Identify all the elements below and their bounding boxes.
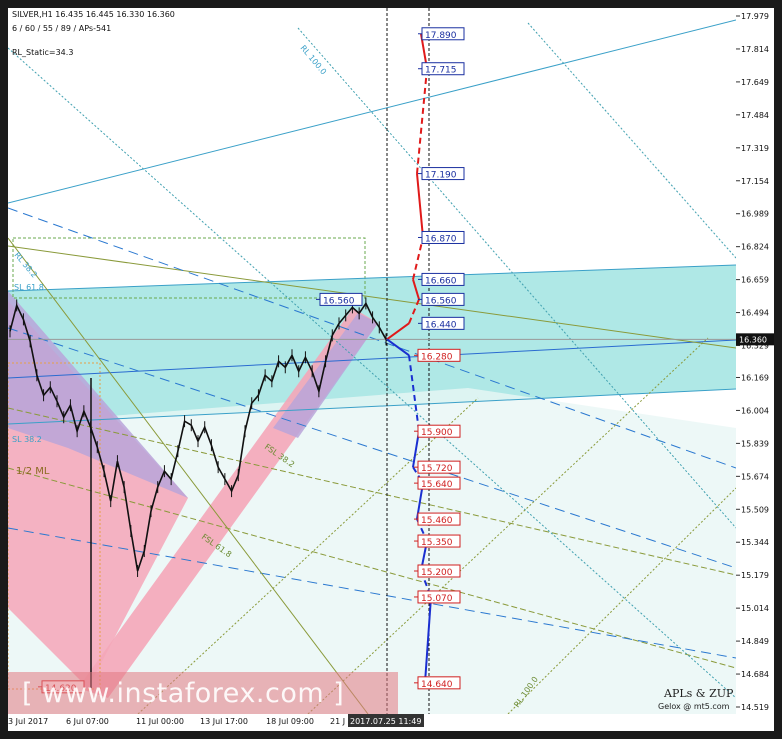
current-price-tag-text: 16.360 [739,335,767,344]
up-projection-segment [416,68,428,174]
down-projection-label: 15.720 [414,460,461,474]
time-cursor-label: 2017.07.25 11:49 [350,717,421,726]
symbol-header: SILVER,H1 16.435 16.445 16.330 16.360 [12,10,175,19]
annotation-rl100: RL 100.0 [298,44,328,77]
x-tick-label: 11 Jul 00:00 [136,717,184,726]
annotation-sl618: SL 61.8 [14,283,44,292]
down-projection-label: 15.070 [414,590,461,604]
down-projection-label-text: 15.070 [421,594,453,604]
x-tick-label: 18 Jul 09:00 [266,717,314,726]
y-tick-label: 15.014 [741,604,769,613]
y-tick-label: 15.179 [741,571,769,580]
y-tick-label: 17.649 [741,78,769,87]
y-tick-label: 16.169 [741,373,769,382]
y-tick-label: 15.509 [741,505,769,514]
up-projection-label: 16.440 [418,316,465,330]
y-tick-label: 16.659 [741,276,769,285]
marker-label: 16.560 [316,292,363,306]
down-projection-label: 16.280 [414,348,461,362]
time-axis[interactable]: 3 Jul 2017 6 Jul 07:00 11 Jul 00:00 13 Jul … [8,714,774,731]
down-projection-label: 15.640 [414,476,461,490]
plot-area[interactable]: 17.890 17.715 17.190 16.870 16.660 16.560 16.4… [8,8,736,714]
price-axis[interactable]: 17.979 17.814 17.649 17.484 17.319 17.154 16.9… [736,8,774,714]
y-tick-label: 17.484 [741,111,769,120]
annotation-half-ml: 1/2 ML [16,466,50,477]
up-projection-label: 16.660 [418,272,465,286]
y-tick-label: 16.989 [741,210,769,219]
watermark-text: [ www.instaforex.com ] [22,678,345,709]
x-tick-label: 3 Jul 2017 [8,717,48,726]
up-projection-label-text: 17.190 [425,171,457,181]
marker-label-text: 16.560 [323,296,355,306]
down-projection-label-text: 15.350 [421,538,453,548]
down-projection-label-text: 15.900 [421,428,453,438]
y-tick-label: 16.004 [741,406,769,415]
down-projection-label: 14.640 [414,676,461,690]
y-tick-label: 17.319 [741,144,769,153]
y-tick-label: 17.814 [741,45,769,54]
price-axis-svg: 17.979 17.814 17.649 17.484 17.319 17.154 16.9… [736,12,774,712]
up-projection-label: 17.715 [418,62,465,76]
down-projection-label: 15.200 [414,564,461,578]
up-projection-label-text: 16.660 [425,276,457,286]
down-projection-label-text: 15.720 [421,464,453,474]
up-projection-label-text: 17.890 [425,31,457,41]
y-tick-label: 16.494 [741,309,769,318]
down-projection-label: 15.350 [414,534,461,548]
x-tick-label: 13 Jul 17:00 [200,717,248,726]
y-tick-label: 15.839 [741,439,769,448]
y-tick-label: 15.674 [741,472,769,481]
time-axis-svg: 3 Jul 2017 6 Jul 07:00 11 Jul 00:00 13 Jul … [8,714,424,727]
y-tick-label: 16.824 [741,243,769,252]
up-projection-label: 17.190 [418,167,465,181]
plot-svg: 17.890 17.715 17.190 16.870 16.660 16.560 16.4… [8,8,736,714]
y-tick-label: 17.979 [741,12,769,21]
down-projection-label-text: 16.280 [421,352,453,362]
down-projection-label: 15.900 [414,424,461,438]
down-projection-label-text: 15.200 [421,568,453,578]
up-projection-label: 17.890 [418,27,465,41]
up-projection-label-text: 16.440 [425,320,457,330]
x-tick-label: 6 Jul 07:00 [66,717,109,726]
up-projection-label: 16.870 [418,230,465,244]
y-tick-label: 14.849 [741,637,769,646]
current-price-tag: 16.360 [736,333,774,346]
annotation-rl382: RL 38.2 [12,251,38,280]
x-tick-label: 21 J [330,717,345,726]
teal-dotted-line [527,22,736,259]
channel-line [8,19,736,204]
up-projection-label-text: 17.715 [425,66,457,76]
down-projection-label-text: 15.640 [421,480,453,490]
brand-line-2: Gelox @ mt5.com [658,702,730,711]
down-projection-label-text: 14.640 [421,680,453,690]
up-projection-segment [416,173,424,238]
y-tick-label: 17.154 [741,177,769,186]
rl-static-label: RL_Static=34.3 [12,48,74,57]
up-projection-label-text: 16.560 [425,296,457,306]
up-projection-label-text: 16.870 [425,234,457,244]
params-header: 6 / 60 / 55 / 89 / APs-541 [12,24,112,33]
up-projection-label: 16.560 [418,292,465,306]
down-projection-label-text: 15.460 [421,516,453,526]
brand-line-1: APLs & ZUP [664,687,734,700]
y-tick-label: 14.684 [741,670,769,679]
y-tick-label: 14.519 [741,703,769,712]
annotation-sl382: SL 38.2 [12,435,42,444]
down-projection-label: 15.460 [414,512,461,526]
y-tick-label: 15.344 [741,538,769,547]
